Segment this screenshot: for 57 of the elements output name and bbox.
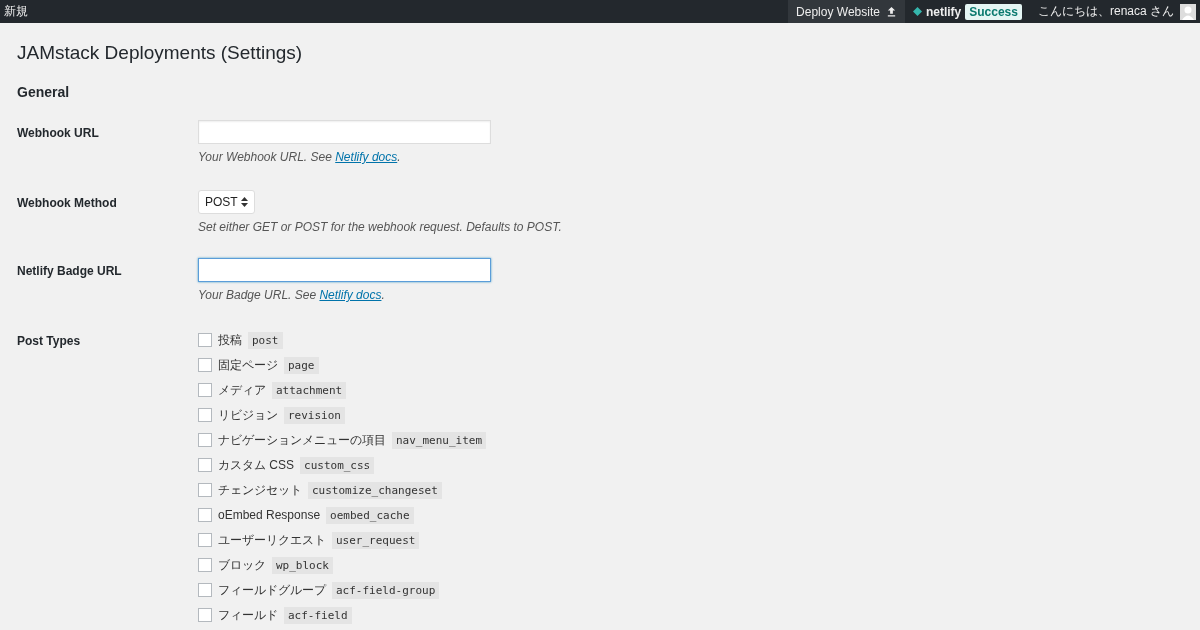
field-label: Webhook URL xyxy=(17,125,100,142)
checkbox[interactable] xyxy=(198,358,212,372)
post-type-label: チェンジセット xyxy=(218,481,302,499)
checkbox[interactable] xyxy=(198,383,212,397)
text-field[interactable] xyxy=(198,258,491,282)
post-type-slug: wp_block xyxy=(272,556,333,574)
post-type-label: フィールド xyxy=(218,606,278,624)
post-type-label: ナビゲーションメニューの項目 xyxy=(218,431,386,449)
help-text: Set either GET or POST for the webhook request. Defaults to POST. xyxy=(198,220,562,234)
post-type-slug: acf-field-group xyxy=(332,581,440,599)
user-greeting[interactable]: こんにちは、renaca さん xyxy=(1029,3,1200,20)
checkbox[interactable] xyxy=(198,433,212,447)
post-type-slug: customize_changeset xyxy=(308,481,442,499)
checkbox[interactable] xyxy=(198,608,212,622)
sort-caret-icon xyxy=(240,197,248,207)
checkbox[interactable] xyxy=(198,333,212,347)
checkbox[interactable] xyxy=(198,583,212,597)
post-type-label: 固定ページ xyxy=(218,356,278,374)
post-type-label: メディア xyxy=(218,381,266,399)
checkbox[interactable] xyxy=(198,558,212,572)
post-type-slug: nav_menu_item xyxy=(392,431,487,449)
new-menu[interactable]: 新規 xyxy=(0,3,32,20)
help-text: Your Webhook URL. See Netlify docs. xyxy=(198,150,401,164)
field-label: Post Types xyxy=(17,333,82,350)
page-title: JAMstack Deployments (Settings) xyxy=(17,42,304,64)
post-type-slug: acf-field xyxy=(284,606,352,624)
field-label: Webhook Method xyxy=(17,195,118,212)
post-type-label: 投稿 xyxy=(218,331,242,349)
method-select[interactable]: POST xyxy=(198,190,255,214)
post-type-slug: attachment xyxy=(272,381,347,399)
upload-icon xyxy=(885,6,897,17)
netlify-logo: netlify xyxy=(925,4,962,19)
field-label: Netlify Badge URL xyxy=(17,263,123,280)
diamond-icon xyxy=(912,7,922,16)
post-type-slug: post xyxy=(248,331,283,349)
checkbox[interactable] xyxy=(198,458,212,472)
section-title: General xyxy=(17,84,71,100)
post-type-label: カスタム CSS xyxy=(218,456,294,474)
post-type-label: リビジョン xyxy=(218,406,278,424)
post-type-slug: user_request xyxy=(332,531,420,549)
avatar-icon xyxy=(1180,3,1196,20)
help-text: Your Badge URL. See Netlify docs. xyxy=(198,288,385,302)
post-type-slug: page xyxy=(284,356,319,374)
post-type-label: フィールドグループ xyxy=(218,581,326,599)
checkbox[interactable] xyxy=(198,408,212,422)
post-type-slug: revision xyxy=(284,406,345,424)
checkbox[interactable] xyxy=(198,533,212,547)
deploy-status: Success xyxy=(965,3,1022,20)
deploy-button[interactable]: Deploy Website xyxy=(788,0,905,23)
checkbox[interactable] xyxy=(198,508,212,522)
post-type-slug: oembed_cache xyxy=(326,506,414,524)
post-type-slug: custom_css xyxy=(300,456,375,474)
checkbox[interactable] xyxy=(198,483,212,497)
post-type-label: ユーザーリクエスト xyxy=(218,531,326,549)
post-type-label: ブロック xyxy=(218,556,266,574)
greeting-text: こんにちは、renaca さん xyxy=(1037,3,1174,20)
post-type-label: oEmbed Response xyxy=(218,508,321,522)
